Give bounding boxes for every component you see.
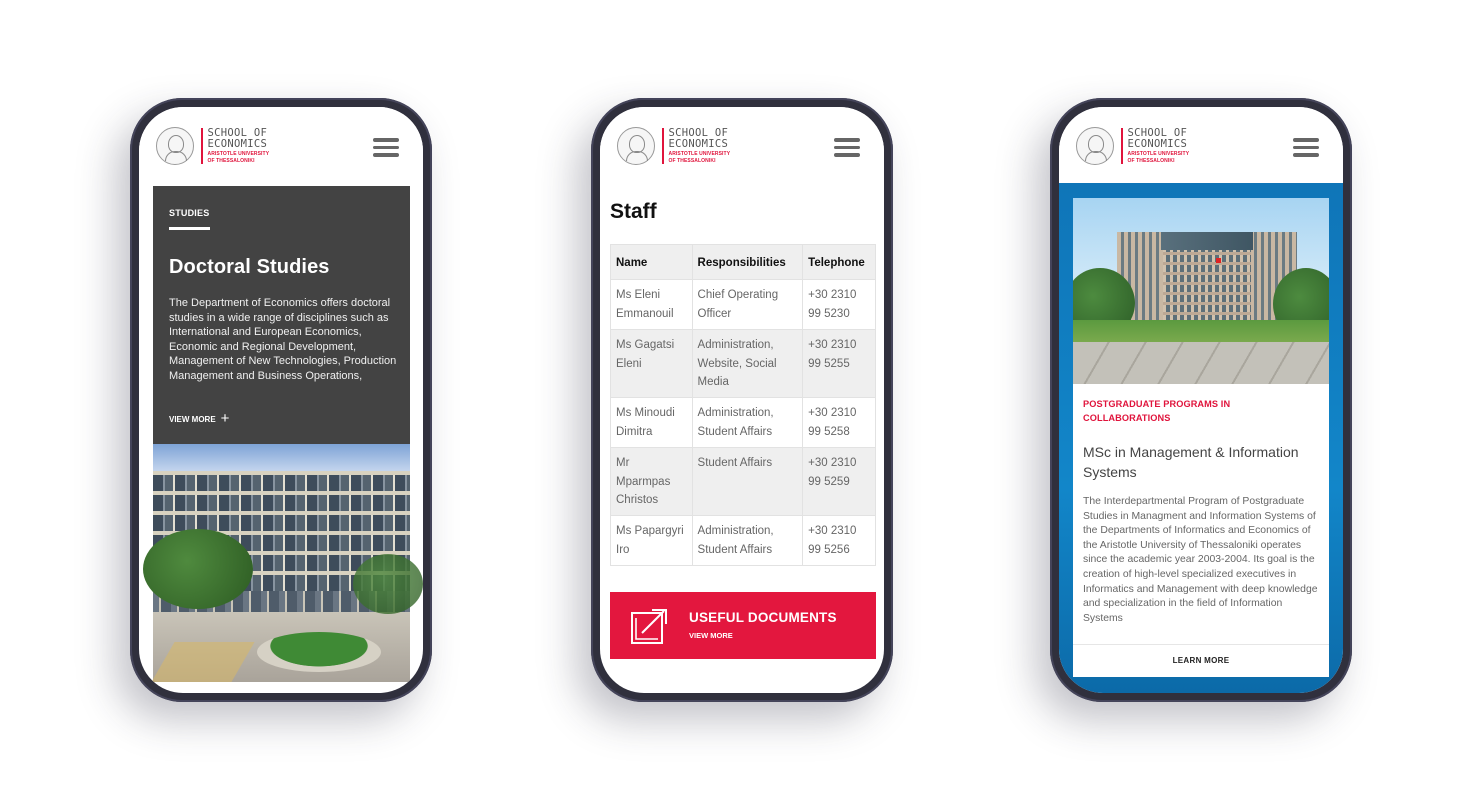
photo-tree: [353, 554, 423, 614]
staff-table: Name Responsibilities Telephone Ms Eleni…: [610, 243, 876, 567]
table-row: Mr Mparmpas Christos Student Affairs +30…: [610, 447, 876, 517]
logo-divider: [662, 128, 664, 164]
school-name-line2: ECONOMICS: [1127, 138, 1188, 150]
school-logo[interactable]: SCHOOL OF ECONOMICS ARISTOTLE UNIVERSITY…: [617, 127, 730, 165]
external-link-icon: [631, 609, 667, 644]
hamburger-menu-icon[interactable]: [834, 138, 860, 158]
section-eyebrow: STUDIES: [169, 208, 210, 218]
staff-name: Ms Minoudi Dimitra: [610, 397, 693, 449]
table-row: Ms Eleni Emmanouil Chief Operating Offic…: [610, 279, 876, 331]
school-logo[interactable]: SCHOOL OF ECONOMICS ARISTOTLE UNIVERSITY…: [1076, 127, 1189, 165]
photo-planter: [257, 632, 381, 672]
staff-name: Ms Eleni Emmanouil: [610, 279, 693, 331]
card-description: The Department of Economics offers docto…: [169, 297, 397, 382]
university-seal-icon: [617, 127, 655, 165]
university-name-line2: OF THESSALONIKI: [668, 158, 716, 164]
staff-telephone[interactable]: +30 2310 99 5255: [802, 329, 876, 399]
staff-name: Ms Gagatsi Eleni: [610, 329, 693, 399]
university-name-line1: ARISTOTLE UNIVERSITY: [207, 151, 270, 157]
photo-tree: [143, 529, 253, 609]
logo-divider: [1121, 128, 1123, 164]
logo-text: SCHOOL OF ECONOMICS ARISTOTLE UNIVERSITY…: [207, 128, 270, 165]
staff-responsibilities: Chief Operating Officer: [691, 279, 804, 331]
school-logo[interactable]: SCHOOL OF ECONOMICS ARISTOTLE UNIVERSITY…: [156, 127, 269, 165]
university-main-building-photo: [1073, 198, 1329, 384]
staff-responsibilities: Administration, Student Affairs: [691, 515, 804, 567]
table-row: Ms Gagatsi Eleni Administration, Website…: [610, 329, 876, 399]
university-seal-icon: [156, 127, 194, 165]
logo-divider: [201, 128, 203, 164]
photo-lawn: [1073, 320, 1329, 342]
phone-mockup-staff: SCHOOL OF ECONOMICS ARISTOTLE UNIVERSITY…: [591, 98, 893, 702]
phone-screen: SCHOOL OF ECONOMICS ARISTOTLE UNIVERSITY…: [600, 107, 884, 693]
column-header-responsibilities: Responsibilities: [691, 243, 804, 281]
staff-responsibilities: Student Affairs: [691, 447, 804, 517]
learn-more-button[interactable]: LEARN MORE: [1073, 644, 1329, 677]
useful-documents-title: USEFUL DOCUMENTS: [689, 610, 837, 625]
logo-text: SCHOOL OF ECONOMICS ARISTOTLE UNIVERSITY…: [1127, 128, 1190, 165]
program-card: POSTGRADUATE PROGRAMS IN COLLABORATIONS …: [1073, 198, 1329, 677]
school-name-line2: ECONOMICS: [207, 138, 268, 150]
photo-paving: [1073, 342, 1329, 384]
staff-telephone[interactable]: +30 2310 99 5259: [802, 447, 876, 517]
phone-screen: SCHOOL OF ECONOMICS ARISTOTLE UNIVERSITY…: [1059, 107, 1343, 693]
university-name-line1: ARISTOTLE UNIVERSITY: [1127, 151, 1190, 157]
phone-mockup-doctoral-studies: SCHOOL OF ECONOMICS ARISTOTLE UNIVERSITY…: [130, 98, 432, 702]
app-header: SCHOOL OF ECONOMICS ARISTOTLE UNIVERSITY…: [1059, 107, 1343, 183]
table-row: Ms Papargyri Iro Administration, Student…: [610, 515, 876, 567]
phone-mockup-postgraduate: SCHOOL OF ECONOMICS ARISTOTLE UNIVERSITY…: [1050, 98, 1352, 702]
useful-documents-view-more: VIEW MORE: [689, 631, 733, 640]
staff-responsibilities: Administration, Student Affairs: [691, 397, 804, 449]
phone-screen: SCHOOL OF ECONOMICS ARISTOTLE UNIVERSITY…: [139, 107, 423, 693]
program-description: The Interdepartmental Program of Postgra…: [1083, 496, 1318, 624]
page-title: Staff: [610, 200, 657, 223]
staff-telephone[interactable]: +30 2310 99 5258: [802, 397, 876, 449]
hamburger-menu-icon[interactable]: [1293, 138, 1319, 158]
photo-flag: [1216, 258, 1221, 263]
photo-building-top: [1161, 232, 1253, 250]
useful-documents-banner[interactable]: USEFUL DOCUMENTS VIEW MORE: [610, 592, 876, 659]
doctoral-studies-card: STUDIES Doctoral Studies The Department …: [153, 186, 410, 444]
logo-text: SCHOOL OF ECONOMICS ARISTOTLE UNIVERSITY…: [668, 128, 731, 165]
column-header-name: Name: [610, 243, 693, 281]
table-row: Ms Minoudi Dimitra Administration, Stude…: [610, 397, 876, 449]
card-title: Doctoral Studies: [169, 256, 330, 278]
university-name-line2: OF THESSALONIKI: [1127, 158, 1175, 164]
program-category: POSTGRADUATE PROGRAMS IN COLLABORATIONS: [1083, 399, 1231, 424]
eyebrow-underline: [169, 227, 210, 230]
staff-telephone[interactable]: +30 2310 99 5230: [802, 279, 876, 331]
plus-icon: +: [220, 410, 230, 427]
staff-responsibilities: Administration, Website, Social Media: [691, 329, 804, 399]
university-name-line1: ARISTOTLE UNIVERSITY: [668, 151, 731, 157]
view-more-label: VIEW MORE: [169, 414, 216, 424]
hamburger-menu-icon[interactable]: [373, 138, 399, 158]
app-header: SCHOOL OF ECONOMICS ARISTOTLE UNIVERSITY…: [600, 107, 884, 183]
school-name-line2: ECONOMICS: [668, 138, 729, 150]
column-header-telephone: Telephone: [802, 243, 876, 281]
university-name-line2: OF THESSALONIKI: [207, 158, 255, 164]
university-seal-icon: [1076, 127, 1114, 165]
staff-name: Mr Mparmpas Christos: [610, 447, 693, 517]
campus-building-photo: [143, 444, 423, 682]
table-header-row: Name Responsibilities Telephone: [610, 243, 876, 281]
staff-name: Ms Papargyri Iro: [610, 515, 693, 567]
program-title[interactable]: MSc in Management & Information Systems: [1083, 443, 1323, 482]
app-header: SCHOOL OF ECONOMICS ARISTOTLE UNIVERSITY…: [139, 107, 423, 183]
view-more-link[interactable]: VIEW MORE +: [169, 410, 230, 427]
staff-telephone[interactable]: +30 2310 99 5256: [802, 515, 876, 567]
